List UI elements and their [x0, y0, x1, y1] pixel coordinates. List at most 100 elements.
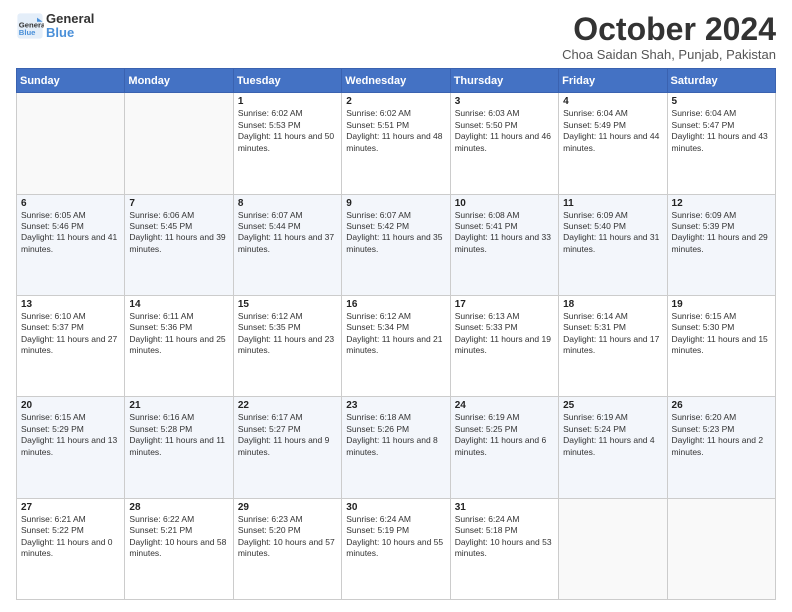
calendar-day-6: 6Sunrise: 6:05 AMSunset: 5:46 PMDaylight…: [17, 194, 125, 295]
day-number: 23: [346, 400, 445, 411]
calendar-day-17: 17Sunrise: 6:13 AMSunset: 5:33 PMDayligh…: [450, 295, 558, 396]
day-detail: Sunrise: 6:09 AMSunset: 5:40 PMDaylight:…: [563, 210, 662, 256]
day-number: 13: [21, 299, 120, 310]
day-number: 8: [238, 198, 337, 209]
page: General Blue General Blue October 2024 C…: [0, 0, 792, 612]
day-detail: Sunrise: 6:13 AMSunset: 5:33 PMDaylight:…: [455, 311, 554, 357]
day-detail: Sunrise: 6:15 AMSunset: 5:29 PMDaylight:…: [21, 412, 120, 458]
calendar-day-26: 26Sunrise: 6:20 AMSunset: 5:23 PMDayligh…: [667, 397, 775, 498]
logo: General Blue General Blue: [16, 12, 94, 41]
logo-general: General: [46, 12, 94, 26]
day-number: 9: [346, 198, 445, 209]
day-detail: Sunrise: 6:24 AMSunset: 5:18 PMDaylight:…: [455, 514, 554, 560]
calendar-day-empty: [559, 498, 667, 599]
calendar-day-12: 12Sunrise: 6:09 AMSunset: 5:39 PMDayligh…: [667, 194, 775, 295]
calendar-day-28: 28Sunrise: 6:22 AMSunset: 5:21 PMDayligh…: [125, 498, 233, 599]
calendar-day-3: 3Sunrise: 6:03 AMSunset: 5:50 PMDaylight…: [450, 93, 558, 194]
day-detail: Sunrise: 6:23 AMSunset: 5:20 PMDaylight:…: [238, 514, 337, 560]
day-number: 26: [672, 400, 771, 411]
calendar-day-29: 29Sunrise: 6:23 AMSunset: 5:20 PMDayligh…: [233, 498, 341, 599]
day-number: 20: [21, 400, 120, 411]
col-header-thursday: Thursday: [450, 69, 558, 93]
calendar-day-27: 27Sunrise: 6:21 AMSunset: 5:22 PMDayligh…: [17, 498, 125, 599]
calendar-day-15: 15Sunrise: 6:12 AMSunset: 5:35 PMDayligh…: [233, 295, 341, 396]
calendar-day-empty: [667, 498, 775, 599]
calendar-header-row: SundayMondayTuesdayWednesdayThursdayFrid…: [17, 69, 776, 93]
day-number: 15: [238, 299, 337, 310]
day-detail: Sunrise: 6:12 AMSunset: 5:35 PMDaylight:…: [238, 311, 337, 357]
calendar-day-23: 23Sunrise: 6:18 AMSunset: 5:26 PMDayligh…: [342, 397, 450, 498]
day-detail: Sunrise: 6:03 AMSunset: 5:50 PMDaylight:…: [455, 108, 554, 154]
day-number: 17: [455, 299, 554, 310]
day-detail: Sunrise: 6:21 AMSunset: 5:22 PMDaylight:…: [21, 514, 120, 560]
day-number: 21: [129, 400, 228, 411]
day-detail: Sunrise: 6:10 AMSunset: 5:37 PMDaylight:…: [21, 311, 120, 357]
calendar-day-30: 30Sunrise: 6:24 AMSunset: 5:19 PMDayligh…: [342, 498, 450, 599]
day-detail: Sunrise: 6:04 AMSunset: 5:49 PMDaylight:…: [563, 108, 662, 154]
day-detail: Sunrise: 6:11 AMSunset: 5:36 PMDaylight:…: [129, 311, 228, 357]
day-number: 5: [672, 96, 771, 107]
day-number: 2: [346, 96, 445, 107]
day-detail: Sunrise: 6:22 AMSunset: 5:21 PMDaylight:…: [129, 514, 228, 560]
title-block: October 2024 Choa Saidan Shah, Punjab, P…: [562, 12, 776, 62]
calendar-day-14: 14Sunrise: 6:11 AMSunset: 5:36 PMDayligh…: [125, 295, 233, 396]
col-header-friday: Friday: [559, 69, 667, 93]
calendar-day-22: 22Sunrise: 6:17 AMSunset: 5:27 PMDayligh…: [233, 397, 341, 498]
calendar-day-20: 20Sunrise: 6:15 AMSunset: 5:29 PMDayligh…: [17, 397, 125, 498]
day-number: 7: [129, 198, 228, 209]
day-detail: Sunrise: 6:02 AMSunset: 5:53 PMDaylight:…: [238, 108, 337, 154]
day-number: 25: [563, 400, 662, 411]
calendar-day-4: 4Sunrise: 6:04 AMSunset: 5:49 PMDaylight…: [559, 93, 667, 194]
day-number: 12: [672, 198, 771, 209]
day-number: 19: [672, 299, 771, 310]
logo-blue: Blue: [46, 26, 94, 40]
day-number: 27: [21, 502, 120, 513]
calendar-day-21: 21Sunrise: 6:16 AMSunset: 5:28 PMDayligh…: [125, 397, 233, 498]
calendar-day-24: 24Sunrise: 6:19 AMSunset: 5:25 PMDayligh…: [450, 397, 558, 498]
location-subtitle: Choa Saidan Shah, Punjab, Pakistan: [562, 47, 776, 62]
day-number: 14: [129, 299, 228, 310]
calendar-day-25: 25Sunrise: 6:19 AMSunset: 5:24 PMDayligh…: [559, 397, 667, 498]
calendar-day-7: 7Sunrise: 6:06 AMSunset: 5:45 PMDaylight…: [125, 194, 233, 295]
day-detail: Sunrise: 6:14 AMSunset: 5:31 PMDaylight:…: [563, 311, 662, 357]
day-number: 29: [238, 502, 337, 513]
day-detail: Sunrise: 6:16 AMSunset: 5:28 PMDaylight:…: [129, 412, 228, 458]
calendar-day-8: 8Sunrise: 6:07 AMSunset: 5:44 PMDaylight…: [233, 194, 341, 295]
day-number: 10: [455, 198, 554, 209]
month-title: October 2024: [562, 12, 776, 47]
day-detail: Sunrise: 6:07 AMSunset: 5:44 PMDaylight:…: [238, 210, 337, 256]
calendar-day-10: 10Sunrise: 6:08 AMSunset: 5:41 PMDayligh…: [450, 194, 558, 295]
day-detail: Sunrise: 6:08 AMSunset: 5:41 PMDaylight:…: [455, 210, 554, 256]
calendar-day-18: 18Sunrise: 6:14 AMSunset: 5:31 PMDayligh…: [559, 295, 667, 396]
calendar-week-row: 1Sunrise: 6:02 AMSunset: 5:53 PMDaylight…: [17, 93, 776, 194]
day-detail: Sunrise: 6:06 AMSunset: 5:45 PMDaylight:…: [129, 210, 228, 256]
col-header-monday: Monday: [125, 69, 233, 93]
day-number: 22: [238, 400, 337, 411]
calendar-day-11: 11Sunrise: 6:09 AMSunset: 5:40 PMDayligh…: [559, 194, 667, 295]
day-number: 16: [346, 299, 445, 310]
day-detail: Sunrise: 6:24 AMSunset: 5:19 PMDaylight:…: [346, 514, 445, 560]
calendar-day-9: 9Sunrise: 6:07 AMSunset: 5:42 PMDaylight…: [342, 194, 450, 295]
calendar-day-empty: [125, 93, 233, 194]
col-header-sunday: Sunday: [17, 69, 125, 93]
calendar-week-row: 20Sunrise: 6:15 AMSunset: 5:29 PMDayligh…: [17, 397, 776, 498]
calendar-day-2: 2Sunrise: 6:02 AMSunset: 5:51 PMDaylight…: [342, 93, 450, 194]
col-header-wednesday: Wednesday: [342, 69, 450, 93]
day-detail: Sunrise: 6:19 AMSunset: 5:25 PMDaylight:…: [455, 412, 554, 458]
day-number: 11: [563, 198, 662, 209]
day-number: 31: [455, 502, 554, 513]
day-number: 24: [455, 400, 554, 411]
day-number: 30: [346, 502, 445, 513]
day-detail: Sunrise: 6:04 AMSunset: 5:47 PMDaylight:…: [672, 108, 771, 154]
day-number: 28: [129, 502, 228, 513]
day-detail: Sunrise: 6:02 AMSunset: 5:51 PMDaylight:…: [346, 108, 445, 154]
calendar-day-16: 16Sunrise: 6:12 AMSunset: 5:34 PMDayligh…: [342, 295, 450, 396]
logo-icon: General Blue: [16, 12, 44, 40]
calendar-week-row: 27Sunrise: 6:21 AMSunset: 5:22 PMDayligh…: [17, 498, 776, 599]
calendar-day-empty: [17, 93, 125, 194]
day-number: 6: [21, 198, 120, 209]
day-detail: Sunrise: 6:17 AMSunset: 5:27 PMDaylight:…: [238, 412, 337, 458]
day-number: 3: [455, 96, 554, 107]
day-number: 1: [238, 96, 337, 107]
day-number: 4: [563, 96, 662, 107]
